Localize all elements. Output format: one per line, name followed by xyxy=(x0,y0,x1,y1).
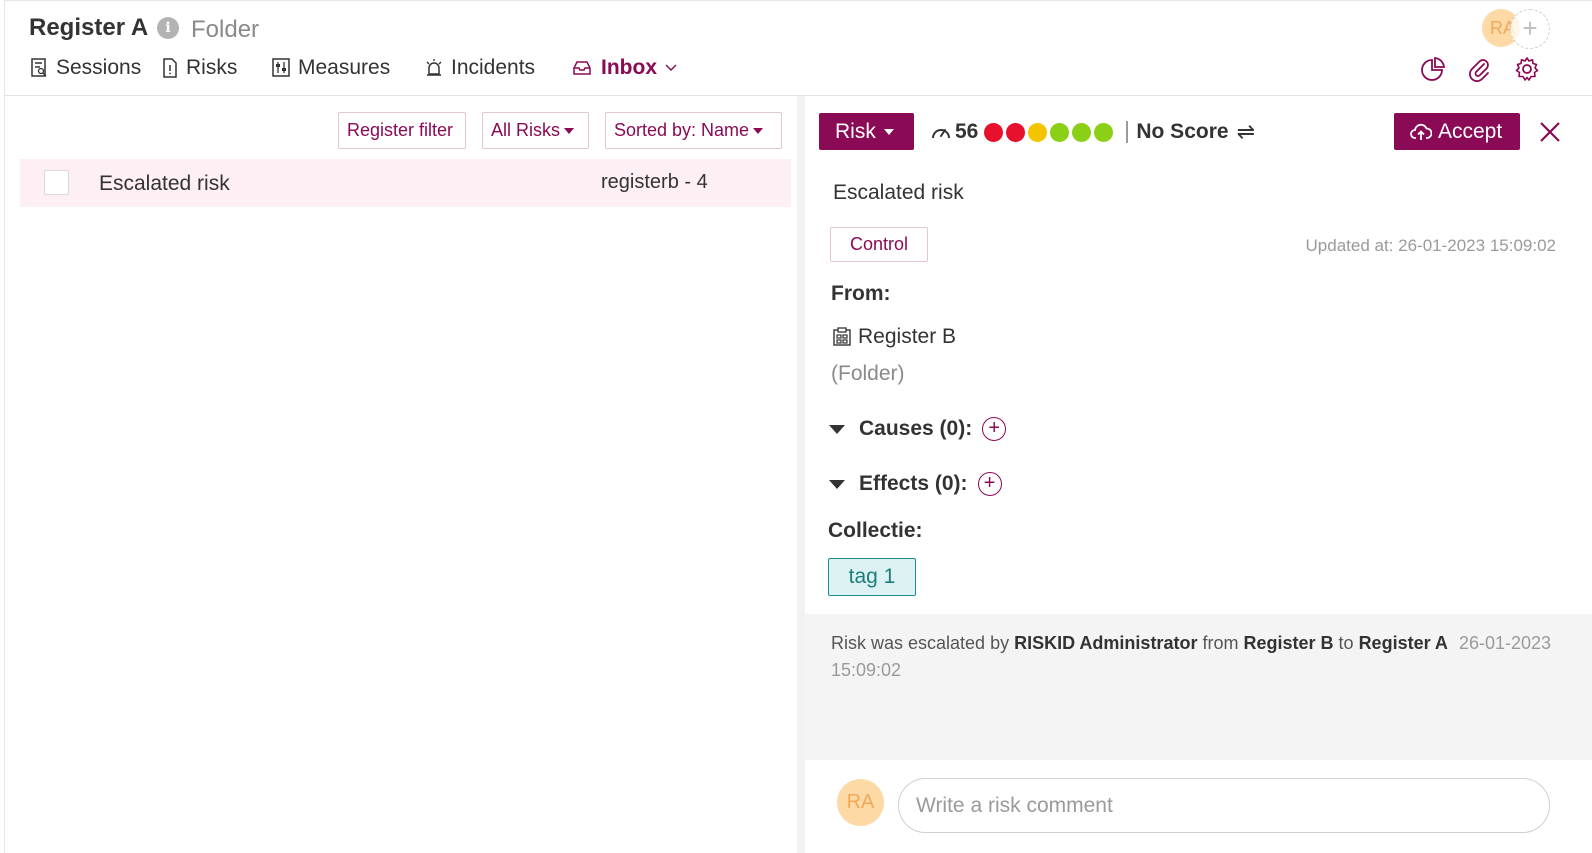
score-dot xyxy=(1072,122,1092,142)
activity-from-word: from xyxy=(1202,633,1239,653)
risk-title[interactable]: Escalated risk xyxy=(833,181,964,205)
from-register: Register B xyxy=(832,325,956,349)
accept-label: Accept xyxy=(1438,120,1503,143)
caret-down-icon xyxy=(753,128,764,135)
paperclip-icon[interactable] xyxy=(1466,56,1492,82)
tab-risks-label: Risks xyxy=(186,56,238,79)
separator xyxy=(1126,121,1129,143)
chevron-down-icon xyxy=(665,64,677,71)
close-icon[interactable] xyxy=(1537,119,1563,145)
document-icon xyxy=(163,58,177,78)
risk-type-dropdown[interactable]: Risk xyxy=(819,113,914,150)
tab-measures-label: Measures xyxy=(298,56,391,79)
row-ref: registerb - 4 xyxy=(601,171,708,193)
register-filter-button[interactable]: Register filter xyxy=(338,112,466,149)
inbox-icon xyxy=(573,61,591,75)
tab-sessions[interactable]: Sessions xyxy=(30,56,141,80)
from-label: From: xyxy=(831,282,891,305)
score-value: 56 xyxy=(955,120,979,143)
score-dot xyxy=(984,122,1004,142)
tab-sessions-label: Sessions xyxy=(56,56,142,79)
causes-label: Causes (0): xyxy=(859,417,973,440)
activity-from-register: Register B xyxy=(1243,633,1334,653)
tab-inbox-label: Inbox xyxy=(601,56,657,79)
pane-divider[interactable] xyxy=(797,96,805,853)
cloud-upload-icon xyxy=(1410,123,1432,140)
info-icon[interactable]: i xyxy=(157,17,179,39)
sort-label: Sorted by: Name xyxy=(614,120,750,140)
register-icon xyxy=(833,327,851,346)
score-dot xyxy=(1006,122,1026,142)
comment-input[interactable] xyxy=(898,778,1550,833)
no-score-label: No Score xyxy=(1136,120,1229,143)
caret-down-icon xyxy=(564,128,575,135)
tab-measures[interactable]: Measures xyxy=(272,56,390,80)
gear-icon[interactable] xyxy=(1514,56,1540,82)
causes-section-toggle[interactable]: Causes (0): + xyxy=(829,417,1007,441)
register-filter-label: Register filter xyxy=(347,120,454,140)
category-badge[interactable]: Control xyxy=(830,227,929,262)
measures-icon xyxy=(272,58,290,77)
from-register-name: Register B xyxy=(858,325,957,348)
updated-timestamp: Updated at: 26-01-2023 15:09:02 xyxy=(1305,236,1556,255)
accept-button[interactable]: Accept xyxy=(1394,113,1520,150)
gauge-icon xyxy=(932,129,950,139)
tag-badge[interactable]: tag 1 xyxy=(828,558,916,596)
activity-to-word: to xyxy=(1338,633,1354,653)
score-dot xyxy=(1094,122,1114,142)
pie-chart-icon[interactable] xyxy=(1420,56,1446,82)
alarm-icon xyxy=(426,59,442,76)
all-risks-dropdown[interactable]: All Risks xyxy=(482,112,589,149)
tab-risks[interactable]: Risks xyxy=(162,56,237,80)
caret-down-icon xyxy=(829,424,845,434)
page-title: Register A xyxy=(29,14,149,41)
add-user-button[interactable]: + xyxy=(1510,9,1550,49)
risk-type-label: Risk xyxy=(835,120,876,143)
page-subtitle: Folder xyxy=(191,16,260,43)
list-item[interactable]: Escalated risk registerb - 4 xyxy=(20,159,791,207)
sort-dropdown[interactable]: Sorted by: Name xyxy=(605,112,782,149)
score-dot xyxy=(1028,122,1048,142)
effects-section-toggle[interactable]: Effects (0): + xyxy=(829,472,1002,496)
tab-incidents[interactable]: Incidents xyxy=(425,56,535,80)
activity-log: Risk was escalated by RISKID Administrat… xyxy=(805,614,1592,760)
score-dot xyxy=(1050,122,1070,142)
swap-icon[interactable]: ⇌ xyxy=(1237,119,1255,145)
avatar: RA xyxy=(837,779,884,826)
activity-entry: Risk was escalated by RISKID Administrat… xyxy=(831,630,1551,684)
activity-prefix: Risk was escalated by xyxy=(831,633,1010,653)
from-register-type: (Folder) xyxy=(831,362,905,385)
effects-label: Effects (0): xyxy=(859,472,968,495)
activity-user: RISKID Administrator xyxy=(1014,633,1198,653)
tab-inbox[interactable]: Inbox xyxy=(571,56,685,80)
score-indicator: 56 No Score ⇌ xyxy=(931,119,1255,145)
tab-incidents-label: Incidents xyxy=(451,56,536,79)
row-name: Escalated risk xyxy=(99,172,230,195)
row-checkbox[interactable] xyxy=(44,170,69,195)
sessions-icon xyxy=(31,58,47,77)
collection-label: Collectie: xyxy=(828,519,923,542)
all-risks-label: All Risks xyxy=(491,120,561,140)
caret-down-icon xyxy=(883,129,894,136)
caret-down-icon xyxy=(829,479,845,489)
add-cause-button[interactable]: + xyxy=(982,417,1007,441)
activity-to-register: Register A xyxy=(1358,633,1448,653)
add-effect-button[interactable]: + xyxy=(977,472,1002,496)
